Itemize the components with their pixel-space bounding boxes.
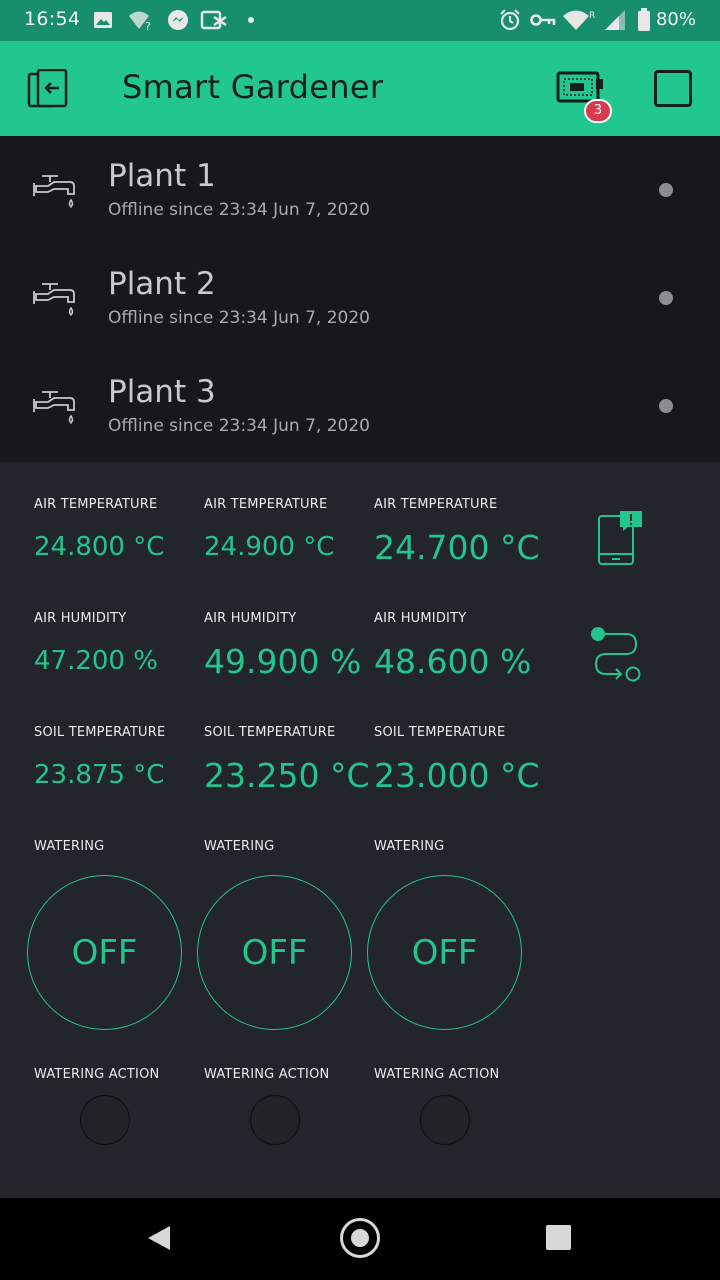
device-name: Plant 2: [108, 266, 216, 302]
watering-label: WATERING: [374, 839, 445, 854]
wifi-icon: R: [562, 8, 596, 32]
soil-temperature-label: SOIL TEMPERATURE: [34, 725, 166, 740]
alarm-icon: [498, 8, 522, 32]
watering-state: OFF: [241, 932, 308, 973]
exit-icon: [27, 68, 68, 108]
recents-button[interactable]: [546, 1225, 571, 1250]
air-temperature-label: AIR TEMPERATURE: [204, 497, 328, 512]
air-humidity-value: 49.900 %: [204, 642, 362, 681]
phone-notification-icon: [598, 511, 642, 565]
devices-count-badge: 3: [584, 99, 612, 123]
air-temperature-label: AIR TEMPERATURE: [374, 497, 498, 512]
system-nav-bar: [0, 1198, 720, 1280]
watering-state: OFF: [411, 932, 478, 973]
watering-state: OFF: [71, 932, 138, 973]
device-item-plant-3[interactable]: Plant 3 Offline since 23:34 Jun 7, 2020: [0, 352, 720, 460]
air-temperature-value: 24.800 °C: [34, 532, 165, 562]
eventor-widget[interactable]: [588, 624, 644, 682]
device-status: Offline since 23:34 Jun 7, 2020: [108, 200, 370, 220]
route-icon: [591, 627, 641, 682]
air-humidity-label: AIR HUMIDITY: [374, 611, 467, 626]
soil-temperature-value: 23.250 °C: [204, 756, 370, 795]
messenger-icon: [166, 8, 190, 32]
watering-action-led: [80, 1095, 130, 1145]
status-bar: 16:54 ? R 80%: [0, 0, 720, 41]
app-bar: Smart Gardener 3: [0, 41, 720, 136]
device-name: Plant 1: [108, 158, 216, 194]
dot-icon: [246, 8, 256, 32]
device-item-plant-2[interactable]: Plant 2 Offline since 23:34 Jun 7, 2020: [0, 244, 720, 352]
dashboard: AIR TEMPERATURE AIR TEMPERATURE AIR TEMP…: [0, 462, 720, 1198]
watering-button[interactable]: OFF: [27, 875, 182, 1030]
battery-icon: [636, 8, 652, 32]
battery-percent: 80%: [655, 9, 696, 30]
exit-button[interactable]: [26, 68, 70, 111]
watering-button[interactable]: OFF: [367, 875, 522, 1030]
watering-action-label: WATERING ACTION: [374, 1067, 500, 1082]
faucet-icon: [33, 391, 75, 425]
device-list: Plant 1 Offline since 23:34 Jun 7, 2020 …: [0, 136, 720, 462]
vpn-key-icon: [530, 8, 556, 32]
faucet-icon: [33, 175, 75, 209]
soil-temperature-value: 23.875 °C: [34, 760, 165, 790]
edit-mode-button[interactable]: [654, 70, 692, 107]
device-name: Plant 3: [108, 374, 216, 410]
air-humidity-label: AIR HUMIDITY: [204, 611, 297, 626]
image-icon: [92, 8, 114, 32]
watering-action-label: WATERING ACTION: [34, 1067, 160, 1082]
air-humidity-label: AIR HUMIDITY: [34, 611, 127, 626]
wifi-question-icon: ?: [128, 8, 154, 32]
faucet-icon: [33, 283, 75, 317]
soil-temperature-label: SOIL TEMPERATURE: [204, 725, 336, 740]
camera-icon: [200, 8, 228, 32]
back-icon[interactable]: [146, 1224, 172, 1252]
watering-action-led: [420, 1095, 470, 1145]
watering-action-led: [250, 1095, 300, 1145]
air-temperature-label: AIR TEMPERATURE: [34, 497, 158, 512]
offline-status-dot: [659, 183, 673, 197]
status-time: 16:54: [24, 8, 81, 30]
device-status: Offline since 23:34 Jun 7, 2020: [108, 308, 370, 328]
watering-label: WATERING: [34, 839, 105, 854]
watering-label: WATERING: [204, 839, 275, 854]
air-temperature-value: 24.700 °C: [374, 528, 540, 567]
home-icon: [351, 1229, 369, 1247]
soil-temperature-label: SOIL TEMPERATURE: [374, 725, 506, 740]
page-title: Smart Gardener: [122, 68, 384, 106]
offline-status-dot: [659, 291, 673, 305]
air-humidity-value: 47.200 %: [34, 646, 158, 676]
svg-text:?: ?: [145, 20, 151, 31]
device-item-plant-1[interactable]: Plant 1 Offline since 23:34 Jun 7, 2020: [0, 136, 720, 244]
offline-status-dot: [659, 399, 673, 413]
device-status: Offline since 23:34 Jun 7, 2020: [108, 416, 370, 436]
svg-text:R: R: [589, 11, 595, 21]
air-temperature-value: 24.900 °C: [204, 532, 335, 562]
air-humidity-value: 48.600 %: [374, 642, 532, 681]
watering-button[interactable]: OFF: [197, 875, 352, 1030]
soil-temperature-value: 23.000 °C: [374, 756, 540, 795]
signal-icon: [602, 8, 628, 32]
notification-widget[interactable]: [596, 510, 644, 568]
watering-action-label: WATERING ACTION: [204, 1067, 330, 1082]
home-button[interactable]: [340, 1218, 380, 1258]
